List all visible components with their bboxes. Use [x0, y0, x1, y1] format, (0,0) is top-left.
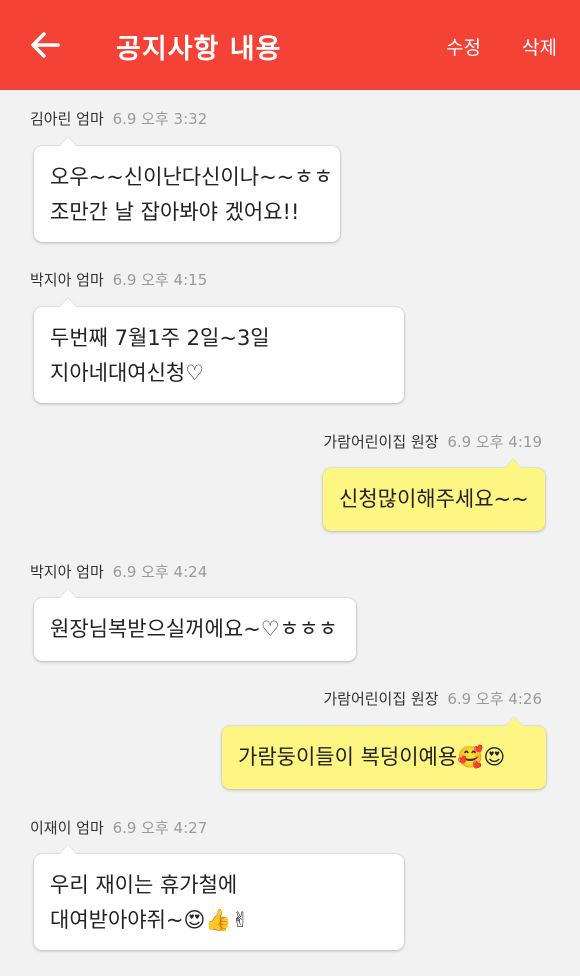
- back-arrow-icon[interactable]: [28, 28, 62, 62]
- message-text: 우리 재이는 휴가철에: [50, 873, 238, 897]
- message-header: 박지아 엄마 6.9 오후 4:15: [30, 269, 207, 290]
- message-header: 가람어린이집 원장 6.9 오후 4:26: [323, 688, 542, 709]
- author-name: 김아린 엄마: [30, 110, 104, 128]
- message-header: 이재이 엄마 6.9 오후 4:27: [30, 817, 207, 838]
- message-bubble: 원장님복받으실꺼에요~♡ㅎㅎㅎ: [34, 598, 356, 661]
- message-bubble: 우리 재이는 휴가철에 대여받아야쥐~😍👍✌: [34, 854, 404, 950]
- message-text: 지아네대여신청♡: [50, 361, 205, 385]
- message-bubble: 신청많이해주세요~~: [323, 468, 545, 531]
- author-name: 이재이 엄마: [30, 819, 104, 837]
- message-time: 6.9 오후 3:32: [112, 110, 208, 128]
- message-bubble: 두번째 7월1주 2일~3일 지아네대여신청♡: [34, 307, 404, 403]
- author-name: 가람어린이집 원장: [323, 433, 439, 451]
- message-text: 두번째 7월1주 2일~3일: [50, 326, 270, 350]
- top-app-bar: 공지사항 내용 수정 삭제: [0, 0, 580, 90]
- message-text: 신청많이해주세요~~: [339, 487, 529, 511]
- author-name: 박지아 엄마: [30, 271, 104, 289]
- message-text: 대여받아야쥐~😍👍✌: [50, 908, 250, 932]
- message-bubble: 오우~~신이난다신이나~~ㅎㅎ 조만간 날 잡아봐야 겠어요!!: [34, 146, 340, 242]
- edit-button[interactable]: 수정: [446, 33, 481, 60]
- message-time: 6.9 오후 4:27: [112, 819, 208, 837]
- message-header: 가람어린이집 원장 6.9 오후 4:19: [323, 431, 542, 452]
- message-time: 6.9 오후 4:15: [112, 271, 208, 289]
- message-time: 6.9 오후 4:26: [447, 690, 542, 708]
- message-header: 박지아 엄마 6.9 오후 4:24: [30, 561, 207, 582]
- message-text: 가람둥이들이 복덩이예용🥰😍: [238, 745, 506, 769]
- author-name: 가람어린이집 원장: [323, 690, 439, 708]
- message-header: 김아린 엄마 6.9 오후 3:32: [30, 108, 207, 129]
- page-title: 공지사항 내용: [116, 34, 282, 65]
- message-time: 6.9 오후 4:19: [447, 433, 542, 451]
- message-bubble: 가람둥이들이 복덩이예용🥰😍: [222, 726, 546, 789]
- message-text: 조만간 날 잡아봐야 겠어요!!: [50, 200, 300, 224]
- message-text: 원장님복받으실꺼에요~♡ㅎㅎㅎ: [50, 617, 338, 641]
- message-time: 6.9 오후 4:24: [112, 563, 208, 581]
- message-text: 오우~~신이난다신이나~~ㅎㅎ: [50, 165, 333, 189]
- author-name: 박지아 엄마: [30, 563, 104, 581]
- delete-button[interactable]: 삭제: [522, 33, 557, 60]
